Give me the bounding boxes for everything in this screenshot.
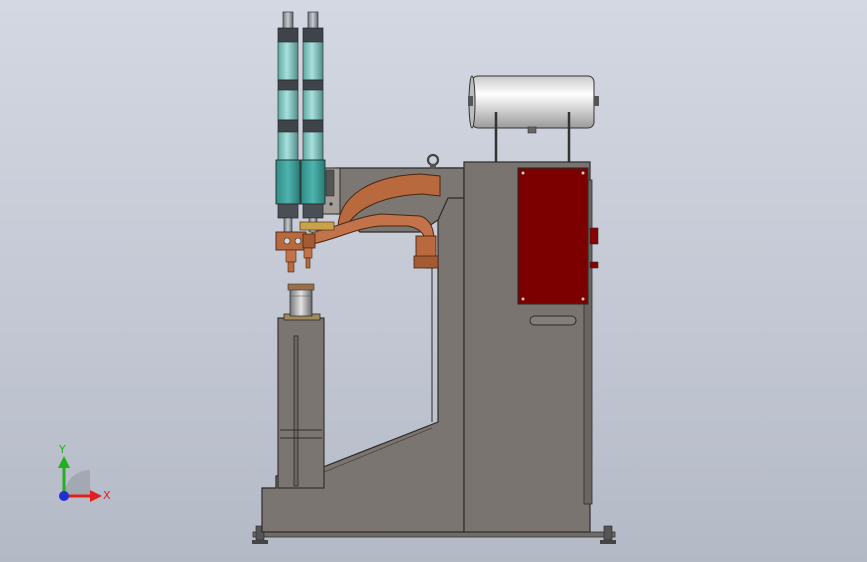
pneumatic-cylinder-right[interactable] (300, 11, 335, 219)
air-tank[interactable] (468, 75, 599, 162)
x-axis-label: X (103, 489, 111, 502)
lower-arm[interactable] (277, 283, 325, 489)
pneumatic-cylinder-left[interactable] (275, 11, 301, 219)
coordinate-triad: Y X (58, 443, 111, 502)
machine-drawing: Y X (58, 11, 616, 544)
control-panel-door[interactable] (517, 167, 589, 305)
upper-electrode-assembly[interactable] (275, 217, 335, 273)
y-axis-label: Y (58, 443, 66, 456)
cad-viewport[interactable]: Y X (0, 0, 867, 562)
